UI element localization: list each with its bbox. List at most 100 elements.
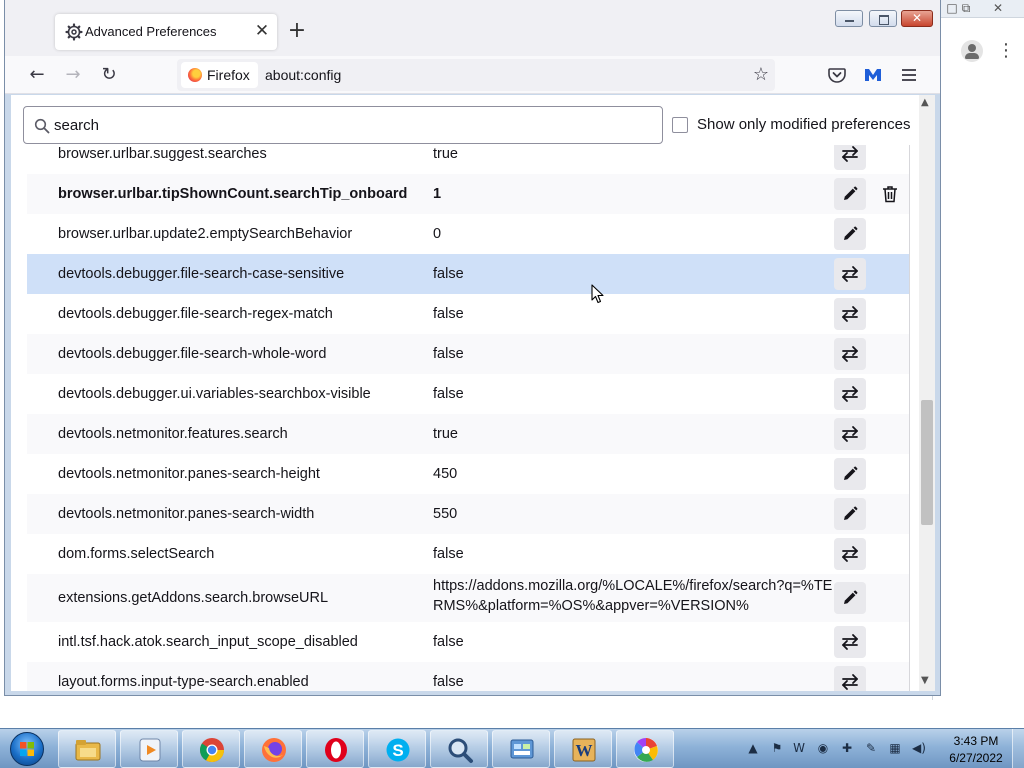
toggle-button[interactable] [834,258,866,290]
svg-text:W: W [576,741,593,760]
new-tab-button[interactable]: + [285,18,309,44]
tab-advanced-preferences[interactable]: Advanced Preferences ✕ [55,14,277,50]
show-hidden-icons-icon[interactable]: ▲ [746,741,760,755]
clock-date[interactable]: 6/27/2022 [944,751,1008,765]
toggle-button[interactable] [834,538,866,570]
toggle-button[interactable] [834,666,866,691]
background-restore-icon[interactable]: ⧉ [955,0,977,16]
hamburger-menu-icon[interactable] [899,65,919,85]
pref-row[interactable]: devtools.debugger.file-search-whole-word… [27,334,909,374]
preference-search-box[interactable] [23,106,663,144]
toggle-button[interactable] [834,298,866,330]
taskbar-firefox[interactable] [244,730,302,768]
clock-time[interactable]: 3:43 PM [950,734,1002,748]
pref-row[interactable]: browser.urlbar.update2.emptySearchBehavi… [27,214,909,254]
pref-name: browser.urlbar.suggest.searches [58,146,267,162]
toggle-button[interactable] [834,338,866,370]
tab-strip: Advanced Preferences ✕ + ✕ [5,0,940,56]
bookmark-star-icon[interactable]: ☆ [749,63,773,87]
identity-box[interactable]: Firefox [181,62,258,88]
taskbar-control-panel[interactable] [492,730,550,768]
kebab-menu-icon[interactable]: ⋮ [997,40,1015,62]
pref-name: intl.tsf.hack.atok.search_input_scope_di… [58,634,358,650]
pref-row[interactable]: extensions.getAddons.search.browseURL htt… [27,574,909,622]
toggle-button[interactable] [834,145,866,170]
scroll-down-icon[interactable]: ▼ [921,675,929,686]
edit-button[interactable] [834,218,866,250]
back-button[interactable]: ← [23,61,51,89]
green-tray-icon[interactable]: ✚ [840,741,854,755]
reset-button[interactable] [874,178,906,210]
pencil-icon [844,226,858,240]
scrollbar-thumb[interactable] [921,400,933,525]
mozilla-vpn-icon[interactable] [863,65,883,85]
show-modified-label[interactable]: Show only modified preferences [697,116,910,133]
profile-avatar-icon[interactable] [961,40,983,62]
vertical-scrollbar[interactable]: ▲ ▼ [919,95,935,691]
reload-button[interactable]: ↻ [95,61,123,89]
edit-button[interactable] [834,582,866,614]
firefox-window: Advanced Preferences ✕ + ✕ ← → ↻ Firefox… [4,0,941,696]
pref-row[interactable]: layout.forms.input-type-search.enabled fa… [27,662,909,691]
pref-name: devtools.debugger.file-search-whole-word [58,346,327,362]
url-text[interactable]: about:config [265,59,341,91]
pref-row[interactable]: browser.urlbar.tipShownCount.searchTip_o… [27,174,909,214]
word-tray-icon[interactable]: W [792,741,806,755]
edit-button[interactable] [834,458,866,490]
edit-button[interactable] [834,178,866,210]
tray-app-icon[interactable]: ◉ [816,741,830,755]
firefox-icon [262,738,286,762]
taskbar-skype[interactable]: S [368,730,426,768]
taskbar-picasa[interactable] [616,730,674,768]
scroll-up-icon[interactable]: ▲ [921,97,929,108]
pref-row[interactable]: devtools.netmonitor.features.search true [27,414,909,454]
volume-icon[interactable]: ◀) [912,741,926,755]
pref-row[interactable]: devtools.netmonitor.panes-search-height 4… [27,454,909,494]
taskbar-search-app[interactable] [430,730,488,768]
gear-icon [65,23,83,41]
pref-row[interactable]: intl.tsf.hack.atok.search_input_scope_di… [27,622,909,662]
pref-value: false [433,674,464,690]
edit-button[interactable] [834,498,866,530]
network-icon[interactable]: ▦ [888,741,902,755]
pref-value: false [433,346,464,362]
close-window-button[interactable]: ✕ [901,10,933,27]
pocket-icon[interactable] [827,65,847,85]
toggle-button[interactable] [834,626,866,658]
background-close-icon[interactable]: ✕ [987,0,1009,16]
file-explorer-icon [75,740,101,761]
close-tab-icon[interactable]: ✕ [252,20,272,42]
toggle-button[interactable] [834,418,866,450]
action-center-flag-icon[interactable]: ⚑ [770,741,784,755]
toggle-arrows-icon [842,386,858,402]
pref-value: true [433,426,458,442]
pref-value: 450 [433,466,458,482]
navigation-toolbar: ← → ↻ Firefox about:config ☆ [5,56,940,94]
pref-row[interactable]: dom.forms.selectSearch false [27,534,909,574]
pref-row[interactable]: browser.urlbar.suggest.searches true [27,145,909,174]
address-bar[interactable]: Firefox about:config ☆ [177,59,775,91]
taskbar-word[interactable]: W [554,730,612,768]
pref-row[interactable]: devtools.netmonitor.panes-search-width 55… [27,494,909,534]
pref-value: false [433,546,464,562]
taskbar-file-explorer[interactable] [58,730,116,768]
show-desktop-button[interactable] [1012,729,1024,768]
skype-icon: S [386,738,410,762]
taskbar-opera[interactable] [306,730,364,768]
pencil-icon [844,590,858,604]
system-tray: ▲ ⚑ W ◉ ✚ ✎ ▦ ◀) [740,729,940,768]
start-button[interactable] [2,730,52,768]
pref-row[interactable]: devtools.debugger.file-search-regex-matc… [27,294,909,334]
taskbar-media-player[interactable] [120,730,178,768]
pref-row[interactable]: devtools.debugger.ui.variables-searchbox… [27,374,909,414]
forward-button[interactable]: → [59,61,87,89]
maximize-button[interactable] [869,10,897,27]
minimize-button[interactable] [835,10,863,27]
pen-tray-icon[interactable]: ✎ [864,741,878,755]
search-input[interactable] [54,107,654,143]
toggle-button[interactable] [834,378,866,410]
pref-row[interactable]: devtools.debugger.file-search-case-sensi… [27,254,909,294]
taskbar-chrome[interactable] [182,730,240,768]
pref-name: devtools.debugger.ui.variables-searchbox… [58,386,371,402]
show-modified-checkbox[interactable] [672,117,688,133]
